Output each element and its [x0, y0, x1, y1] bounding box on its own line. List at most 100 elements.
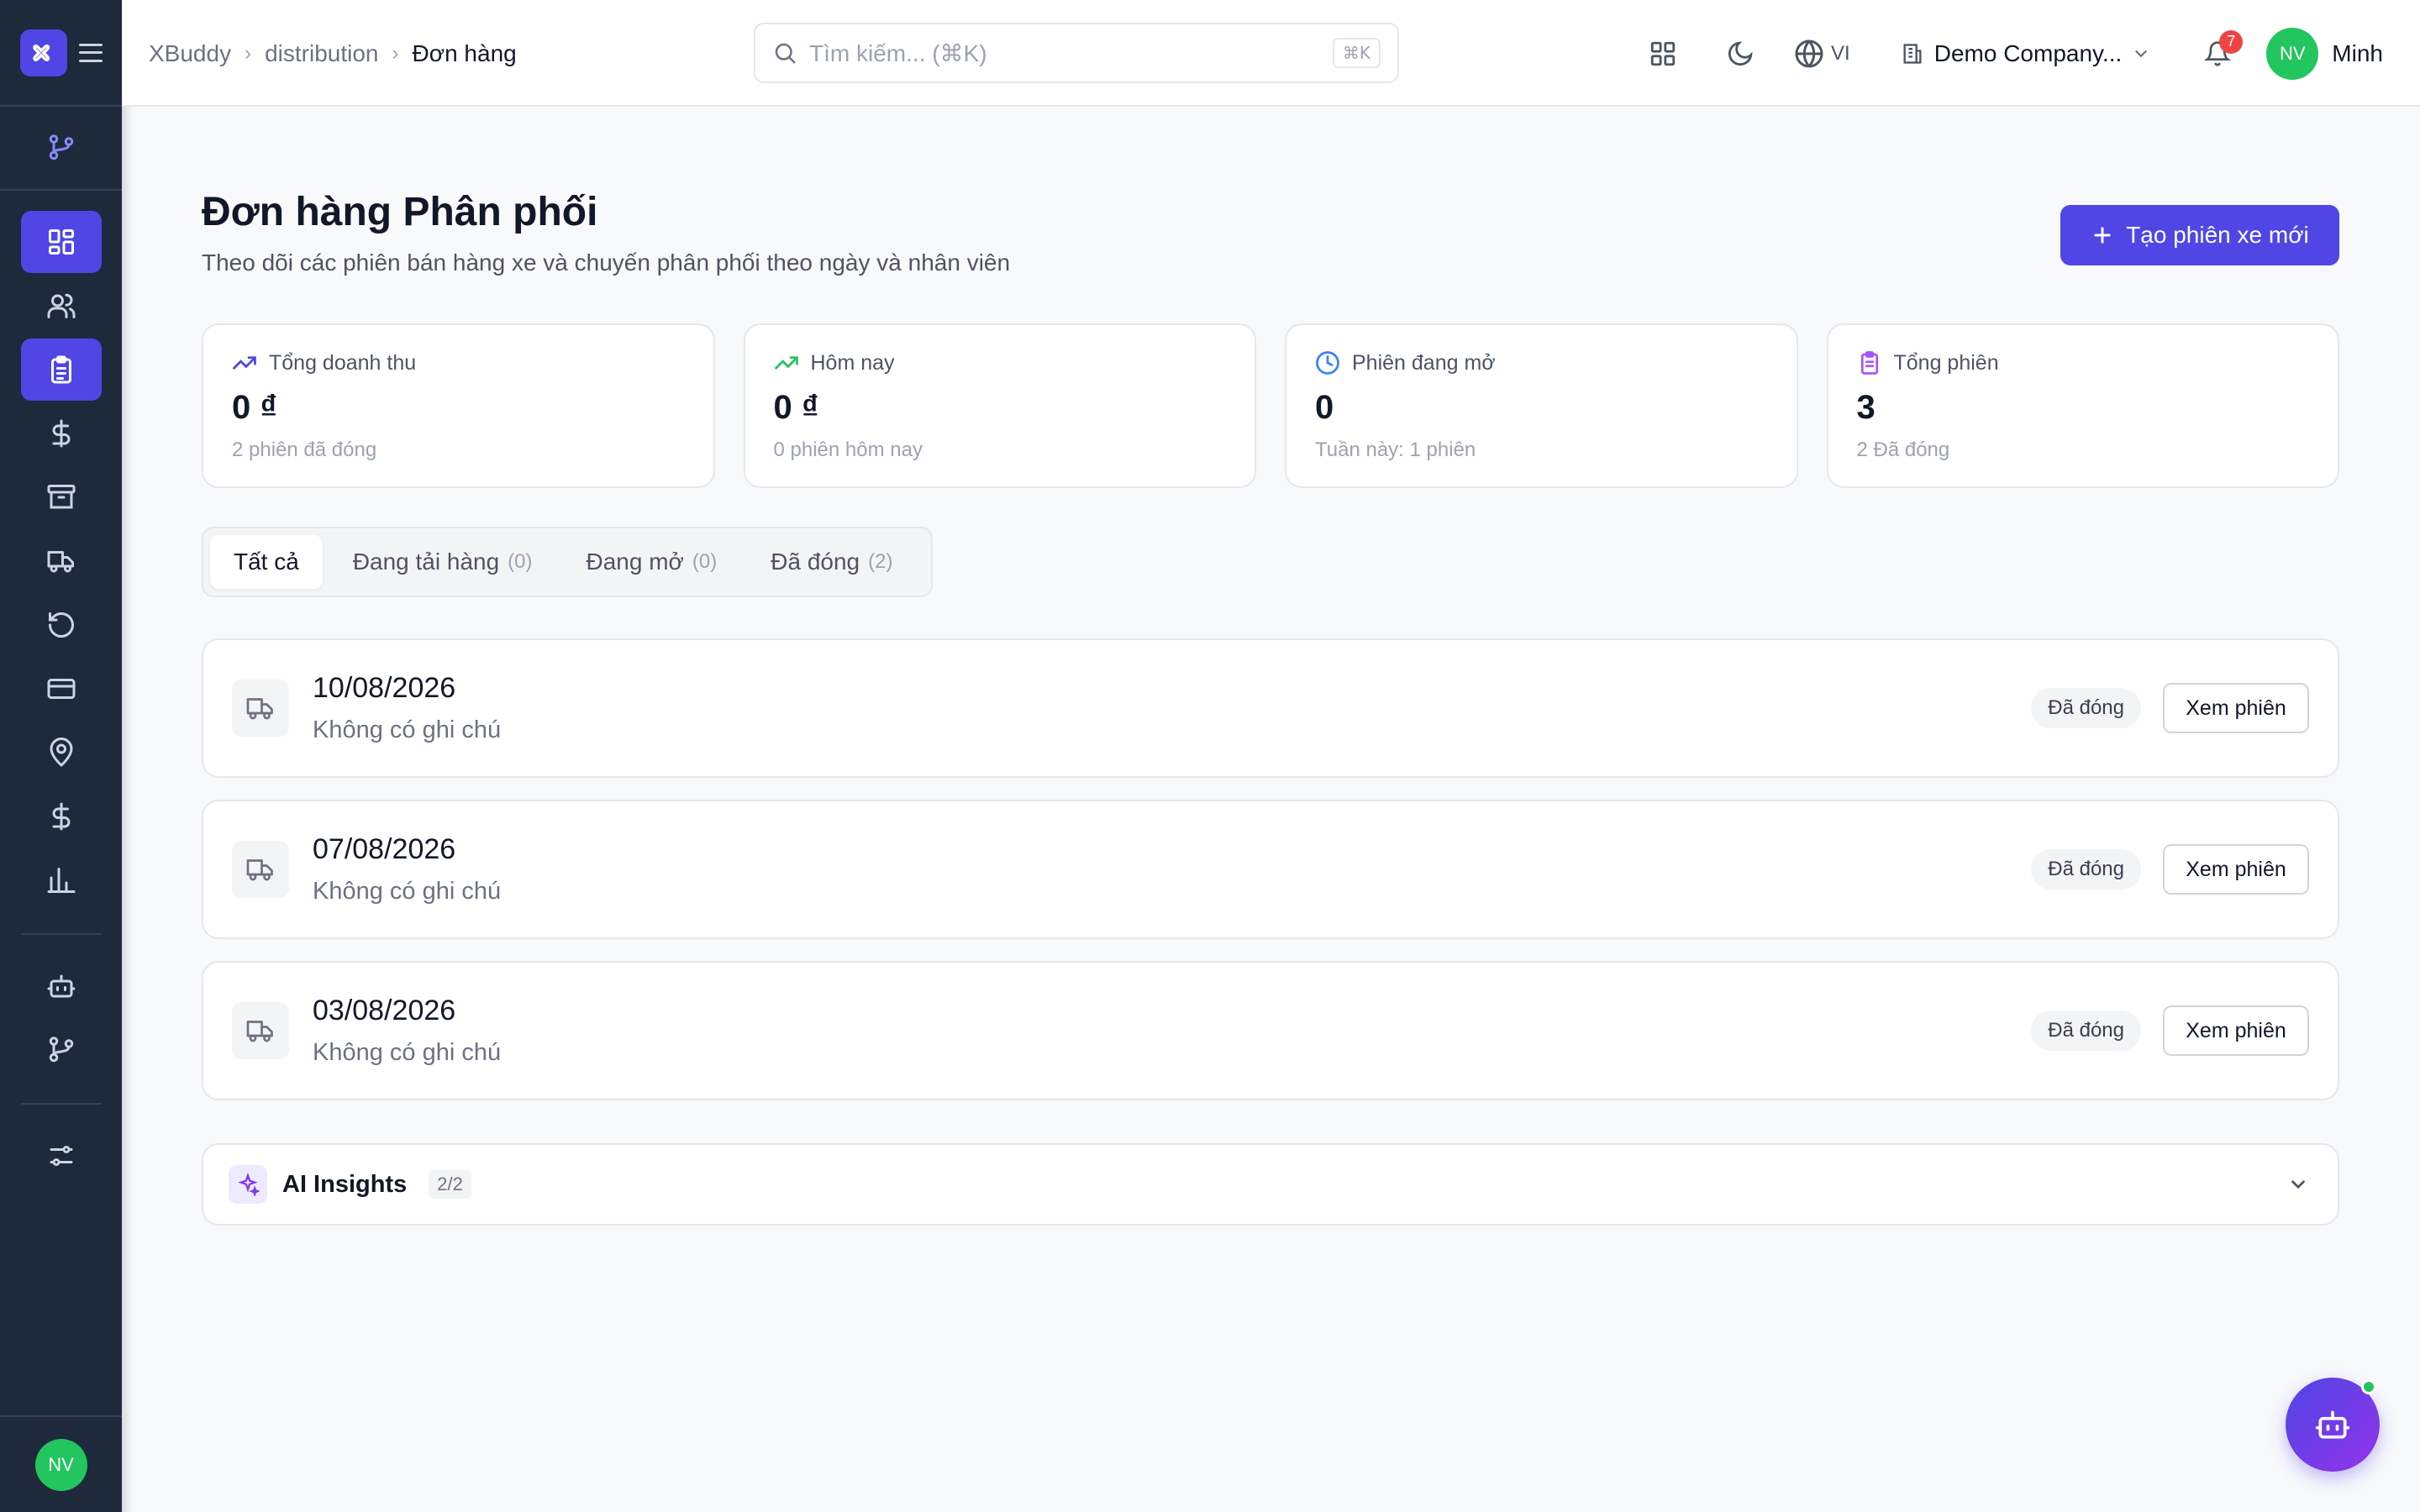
- stat-value: 3: [1856, 389, 1876, 426]
- tab-label: Tất cả: [234, 549, 299, 575]
- tab-label: Đang tải hàng: [352, 549, 500, 575]
- plus-icon: [2094, 227, 2111, 244]
- dollar-icon: [52, 802, 70, 831]
- user-name: Minh: [2332, 39, 2383, 66]
- sidebar-item-workflow[interactable]: [21, 1019, 102, 1081]
- breadcrumb-item-root[interactable]: XBuddy: [149, 40, 231, 67]
- session-card[interactable]: 03/08/2026 Không có ghi chú Đã đóng Xem …: [202, 961, 2339, 1100]
- page-title: Đơn hàng Phân phối: [202, 190, 598, 234]
- language-code: VI: [1831, 41, 1850, 65]
- bot-icon: [47, 974, 75, 998]
- session-date: 03/08/2026: [313, 995, 456, 1026]
- sidebar-branch-switch[interactable]: [0, 107, 122, 191]
- stat-subtext: 2 phiên đã đóng: [232, 438, 377, 461]
- sidebar-item-reports[interactable]: [21, 849, 102, 911]
- language-switcher[interactable]: VI: [1794, 39, 1850, 69]
- tab-count: (2): [868, 550, 893, 573]
- sidebar-item-orders[interactable]: [20, 339, 102, 401]
- ai-insights-title: AI Insights: [282, 1170, 408, 1198]
- grid-icon: [1650, 41, 1676, 66]
- clock-icon: [1316, 351, 1339, 375]
- apps-button[interactable]: [1643, 34, 1683, 74]
- stat-value: 0 ₫: [232, 389, 277, 426]
- status-tabs: Tất cả Đang tải hàng (0) Đang mở (0) Đã …: [202, 527, 933, 597]
- view-session-button[interactable]: Xem phiên: [2163, 683, 2309, 733]
- breadcrumb-item-current: Đơn hàng: [412, 39, 517, 66]
- user-menu[interactable]: NV Minh: [2266, 27, 2383, 80]
- sidebar-item-finance[interactable]: [21, 402, 102, 465]
- session-list: 10/08/2026 Không có ghi chú Đã đóng Xem …: [202, 638, 2339, 1122]
- session-icon-box: [232, 1002, 289, 1059]
- notifications-button[interactable]: 7: [2197, 29, 2244, 74]
- session-card[interactable]: 10/08/2026 Không có ghi chú Đã đóng Xem …: [202, 638, 2339, 778]
- tab-all[interactable]: Tất cả: [210, 535, 323, 589]
- sidebar: NV: [0, 0, 122, 1512]
- stat-label: Tổng doanh thu: [269, 350, 417, 375]
- sidebar-item-inventory[interactable]: [21, 466, 102, 528]
- stat-label: Phiên đang mở: [1352, 350, 1496, 375]
- sidebar-item-locations[interactable]: [21, 722, 102, 784]
- sidebar-item-payments[interactable]: [21, 658, 102, 720]
- notification-count-badge: 7: [2219, 29, 2244, 54]
- company-selector[interactable]: Demo Company...: [1901, 40, 2151, 67]
- ai-assistant-button[interactable]: [2286, 1378, 2380, 1472]
- breadcrumb: XBuddy › distribution › Đơn hàng: [149, 0, 517, 107]
- sidebar-item-pricing[interactable]: [21, 785, 102, 848]
- breadcrumb-item-module[interactable]: distribution: [265, 40, 378, 67]
- view-session-button[interactable]: Xem phiên: [2163, 1005, 2309, 1056]
- trending-up-icon: [233, 356, 256, 370]
- archive-icon: [47, 485, 75, 509]
- tab-open[interactable]: Đang mở (0): [563, 535, 741, 589]
- session-icon-box: [232, 680, 289, 737]
- menu-toggle-icon[interactable]: [78, 43, 103, 62]
- sidebar-item-settings[interactable]: [21, 1125, 102, 1187]
- stat-label: Hôm nay: [810, 350, 895, 375]
- tab-closed[interactable]: Đã đóng (2): [747, 535, 916, 589]
- stat-label: Tổng phiên: [1893, 350, 1999, 375]
- sparkles-icon: [229, 1165, 267, 1204]
- globe-icon: [1795, 39, 1823, 67]
- status-badge: Đã đóng: [2031, 1011, 2141, 1051]
- chevron-right-icon: ›: [392, 41, 399, 65]
- page-subtitle: Theo dõi các phiên bán hàng xe và chuyến…: [202, 249, 1011, 276]
- sidebar-divider: [20, 1103, 102, 1105]
- credit-card-icon: [47, 679, 75, 699]
- truck-icon: [47, 551, 74, 573]
- tab-loading[interactable]: Đang tải hàng (0): [329, 535, 556, 589]
- clipboard-icon: [1860, 351, 1878, 375]
- stats-row: Tổng doanh thu 0 ₫ 2 phiên đã đóng Hôm n…: [202, 323, 2339, 488]
- sidebar-item-bot[interactable]: [21, 955, 102, 1017]
- truck-icon: [246, 859, 273, 881]
- status-badge: Đã đóng: [2031, 688, 2141, 728]
- app-logo-icon[interactable]: [19, 29, 67, 76]
- tab-label: Đã đóng: [771, 549, 860, 575]
- top-header: XBuddy › distribution › Đơn hàng Tìm kiế…: [122, 0, 2420, 107]
- refresh-icon: [48, 612, 74, 638]
- sidebar-divider: [20, 933, 102, 935]
- sidebar-avatar[interactable]: NV: [34, 1438, 87, 1491]
- stat-subtext: Tuần này: 1 phiên: [1315, 438, 1476, 461]
- stat-value: 0 ₫: [773, 389, 819, 426]
- moon-icon: [1728, 40, 1753, 66]
- session-card[interactable]: 07/08/2026 Không có ghi chú Đã đóng Xem …: [202, 800, 2339, 939]
- ai-insights-panel[interactable]: AI Insights 2/2: [202, 1143, 2339, 1226]
- sidebar-item-dashboard[interactable]: [20, 211, 102, 273]
- search-input[interactable]: Tìm kiếm... (⌘K) ⌘K: [754, 23, 1399, 83]
- sidebar-item-returns[interactable]: [21, 594, 102, 656]
- truck-icon: [246, 1021, 273, 1042]
- tab-count: (0): [508, 550, 533, 573]
- sidebar-item-users[interactable]: [21, 275, 102, 337]
- tab-count: (0): [692, 550, 718, 573]
- create-session-label: Tạo phiên xe mới: [2126, 222, 2309, 248]
- users-icon: [47, 293, 75, 318]
- view-session-button[interactable]: Xem phiên: [2163, 844, 2309, 895]
- truck-icon: [246, 698, 273, 720]
- create-session-button[interactable]: Tạo phiên xe mới: [2060, 205, 2339, 265]
- chevron-down-icon[interactable]: [2287, 1145, 2309, 1224]
- header-actions: VI Demo Company... 7 NV Minh: [1643, 0, 2383, 107]
- theme-toggle-button[interactable]: [1720, 34, 1760, 74]
- company-name: Demo Company...: [1933, 39, 2123, 66]
- session-icon-box: [232, 841, 289, 898]
- chevron-right-icon: ›: [245, 41, 252, 65]
- sidebar-item-delivery[interactable]: [21, 530, 102, 592]
